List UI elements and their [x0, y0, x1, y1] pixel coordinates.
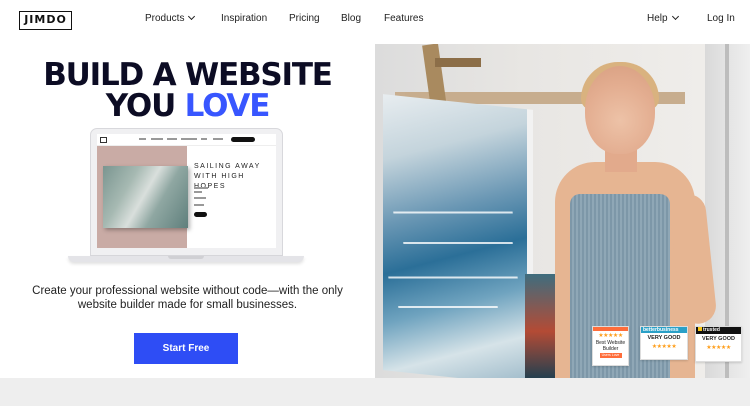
g2-badge[interactable]: ★★★★★ Best Website Builder Users Love Us [592, 326, 629, 366]
mockup-link [181, 138, 197, 140]
mockup-link [167, 138, 177, 140]
mockup-text-line [194, 191, 202, 193]
nav-products-label: Products [145, 13, 185, 24]
g2-badge-top [593, 327, 628, 331]
bb-rating: VERY GOOD [647, 335, 681, 341]
site-header: JIMDO Products Inspiration Pricing Blog … [0, 0, 750, 44]
laptop-mockup: SAILING AWAY WITH HIGH HOPES [90, 128, 283, 256]
chevron-down-icon [188, 12, 196, 21]
trusted-header: trusted [696, 327, 741, 334]
mockup-title-line2: WITH HIGH HOPES [194, 173, 245, 190]
hero-subtext-line1: Create your professional website without… [32, 285, 343, 297]
laptop-notch [168, 256, 204, 259]
g2-stars: ★★★★★ [598, 333, 623, 339]
better-business-badge[interactable]: betterbusiness VERY GOOD ★★★★★ [640, 326, 688, 360]
mockup-link [151, 138, 163, 140]
trusted-icon [698, 327, 702, 331]
start-free-button[interactable]: Start Free [134, 333, 238, 364]
painting-canvas [383, 94, 533, 378]
nav-inspiration[interactable]: Inspiration [221, 13, 267, 24]
nav-help-label: Help [647, 13, 668, 24]
mockup-text-line [194, 204, 204, 206]
laptop-screen: SAILING AWAY WITH HIGH HOPES [97, 134, 276, 248]
mockup-cta [194, 212, 207, 217]
hero-photo: ★★★★★ Best Website Builder Users Love Us… [375, 44, 750, 378]
paint-streak [388, 276, 518, 279]
nav-blog[interactable]: Blog [341, 13, 361, 24]
g2-title: Best Website Builder [595, 340, 626, 352]
mockup-logo [100, 137, 107, 143]
paint-streak [398, 305, 498, 308]
mockup-title-line1: SAILING AWAY [194, 163, 261, 170]
trusted-badge[interactable]: trusted VERY GOOD ★★★★★ [695, 326, 742, 362]
bb-header: betterbusiness [641, 327, 687, 333]
trusted-header-label: trusted [703, 327, 720, 333]
nav-login[interactable]: Log In [707, 13, 735, 24]
paint-streak [393, 211, 513, 214]
next-section-strip [0, 378, 750, 406]
artist-face [585, 66, 655, 154]
easel-clamp [435, 58, 481, 67]
trusted-rating: VERY GOOD [701, 336, 735, 342]
mockup-image-panel [97, 146, 188, 248]
headline-you: YOU [105, 88, 176, 124]
nav-help[interactable]: Help [647, 12, 679, 24]
mockup-text-line [194, 197, 206, 199]
nav-pricing[interactable]: Pricing [289, 13, 320, 24]
mockup-link [139, 138, 146, 140]
hero-headline-line2: YOU LOVE [0, 91, 375, 122]
mockup-painting [103, 166, 188, 228]
mockup-button [231, 137, 255, 142]
trusted-stars: ★★★★★ [706, 345, 731, 351]
mockup-text-line [194, 187, 208, 189]
hero-subtext-line2: website builder made for small businesse… [77, 299, 298, 311]
g2-tag: Users Love Us [599, 353, 622, 362]
paint-streak [403, 241, 513, 245]
jimdo-logo[interactable]: JIMDO [19, 11, 72, 30]
nav-features[interactable]: Features [384, 13, 423, 24]
mockup-link [213, 138, 223, 140]
chevron-down-icon [671, 12, 679, 21]
nav-products[interactable]: Products [145, 12, 196, 24]
bb-stars: ★★★★★ [651, 344, 677, 350]
mockup-nav [97, 134, 276, 146]
mockup-link [201, 138, 207, 140]
headline-love: LOVE [184, 88, 271, 124]
hero-headline-line1: BUILD A WEBSITE [43, 57, 333, 93]
